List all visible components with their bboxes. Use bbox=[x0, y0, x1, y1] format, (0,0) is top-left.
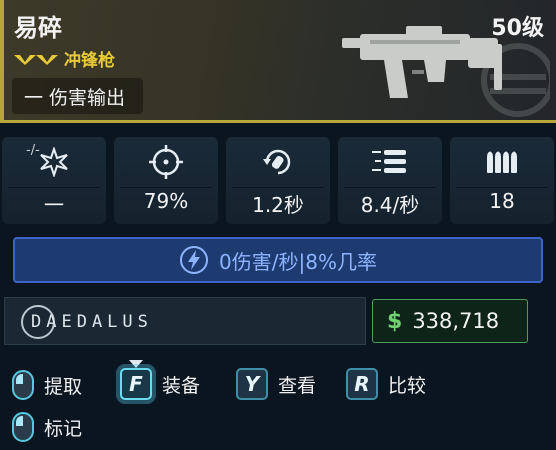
price-box: $ 338,718 bbox=[372, 299, 528, 343]
reload-value: 1.2秒 bbox=[252, 193, 304, 217]
mark-label: 标记 bbox=[44, 417, 83, 440]
stat-magazine: 18 bbox=[450, 137, 554, 224]
weapon-type: 冲锋枪 bbox=[64, 51, 115, 71]
mouse-left-icon bbox=[12, 370, 34, 400]
stat-accuracy: 79% bbox=[114, 137, 218, 224]
compare-label: 比较 bbox=[388, 374, 427, 397]
action-bar: 提取 F 装备 Y 查看 R 比较 标记 bbox=[0, 360, 556, 450]
perk-text: 0伤害/秒|8%几率 bbox=[219, 249, 377, 274]
burst-icon bbox=[40, 147, 68, 177]
currency-icon: $ bbox=[387, 308, 403, 334]
key-y: Y bbox=[236, 368, 268, 400]
brand-row: DAEDALUS $ 338,718 bbox=[0, 295, 556, 347]
weapon-name: 易碎 bbox=[14, 14, 62, 42]
fire-rate-icon bbox=[372, 150, 406, 173]
inspect-label: 查看 bbox=[278, 374, 317, 397]
reload-icon bbox=[263, 149, 291, 175]
stat-fire-rate: 8.4/秒 bbox=[338, 137, 442, 224]
key-f: F bbox=[120, 368, 152, 400]
stat-damage: -/- 一 bbox=[2, 137, 106, 224]
inspect-action[interactable]: Y 查看 bbox=[236, 368, 316, 400]
extract-action[interactable]: 提取 bbox=[12, 370, 82, 400]
price-value: 338,718 bbox=[412, 309, 500, 333]
key-r: R bbox=[346, 368, 378, 400]
compare-action[interactable]: R 比较 bbox=[346, 368, 426, 400]
damage-value: 一 bbox=[44, 193, 64, 217]
accuracy-value: 79% bbox=[143, 189, 189, 213]
lightning-icon bbox=[180, 246, 209, 274]
ammo-icon bbox=[487, 151, 517, 173]
rarity-row: 冲锋枪 bbox=[14, 46, 115, 71]
rarity-chevrons-icon bbox=[14, 54, 58, 65]
manufacturer-banner: DAEDALUS bbox=[4, 297, 366, 345]
mouse-middle-icon bbox=[12, 412, 34, 442]
extract-label: 提取 bbox=[44, 375, 83, 398]
equip-label: 装备 bbox=[162, 374, 201, 397]
crosshair-icon bbox=[149, 145, 183, 179]
rarity-stripe bbox=[0, 0, 4, 120]
manufacturer-name: DAEDALUS bbox=[31, 312, 153, 332]
selection-arrow-icon bbox=[129, 360, 143, 368]
equip-action[interactable]: F 装备 bbox=[120, 368, 200, 400]
stats-row: -/- 一 79% 1.2秒 8.4/秒 18 bbox=[0, 137, 556, 224]
magazine-value: 18 bbox=[489, 189, 515, 213]
weapon-header: 易碎 50级 冲锋枪 一 伤害输出 bbox=[0, 0, 556, 123]
perk-bar: 0伤害/秒|8%几率 bbox=[13, 237, 543, 283]
role-badge: 一 伤害输出 bbox=[12, 78, 144, 114]
fire-rate-value: 8.4/秒 bbox=[360, 193, 420, 217]
smg-icon bbox=[342, 26, 550, 117]
stat-reload: 1.2秒 bbox=[226, 137, 330, 224]
mark-action[interactable]: 标记 bbox=[12, 412, 82, 442]
